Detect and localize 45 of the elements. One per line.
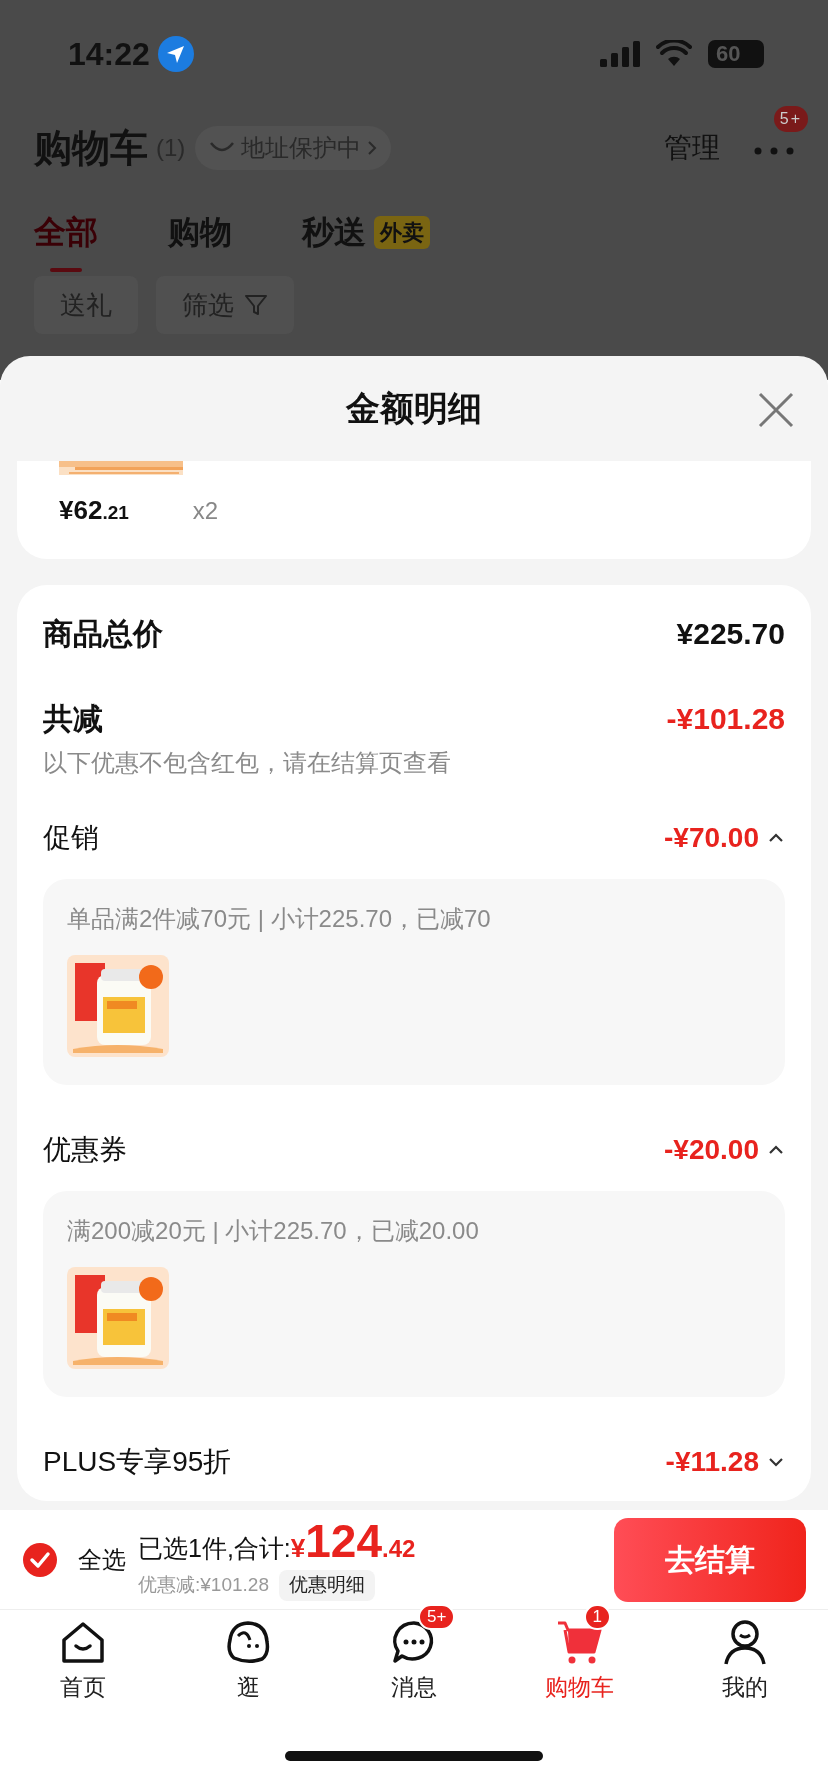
- item-price: ¥62.21: [59, 494, 129, 527]
- notification-badge: 5+: [773, 105, 808, 132]
- discount-amount: -¥20.00: [664, 1133, 759, 1167]
- tab[interactable]: 秒送 外卖: [302, 208, 430, 256]
- selected-total: 已选1件,合计:¥124.42: [138, 1518, 416, 1569]
- tag-badge: 外卖: [374, 215, 430, 249]
- count-badge: 1: [583, 1604, 612, 1630]
- discount-amount: -¥11.28: [665, 1445, 759, 1479]
- wifi-icon: [656, 40, 692, 68]
- reduction-amount: -¥101.28: [666, 701, 785, 737]
- filter-icon: [244, 293, 268, 317]
- sheet-title: 金额明细: [346, 388, 482, 429]
- reduction-label: 共减: [43, 701, 103, 737]
- select-all-checkbox[interactable]: [22, 1541, 58, 1578]
- status-time: 14:22: [68, 35, 150, 74]
- item-quantity: x2: [192, 496, 219, 526]
- discount-detail-button[interactable]: 优惠明细: [278, 1570, 375, 1601]
- tab-bar-item[interactable]: 逛: [165, 1610, 332, 1720]
- count-badge: 5+: [418, 1604, 456, 1630]
- signal-icon: [600, 41, 640, 67]
- discount-amount: -¥70.00: [664, 821, 759, 855]
- discount-total: 优惠减:¥101.28: [138, 1573, 269, 1598]
- tab[interactable]: 购物: [168, 208, 232, 256]
- discount-label: 优惠券: [43, 1133, 127, 1167]
- total-label: 商品总价: [43, 616, 163, 652]
- discount-label: PLUS专享95折: [43, 1445, 232, 1479]
- expand-caret-icon[interactable]: [767, 1456, 785, 1468]
- tab-bar-item[interactable]: 我的: [662, 1610, 828, 1720]
- battery-level: 60: [708, 40, 764, 68]
- chevron-right-icon: [367, 140, 378, 156]
- page-title: 购物车: [34, 125, 148, 171]
- checkout-button[interactable]: 去结算: [614, 1517, 806, 1602]
- discount-detail-text: 单品满2件减70元 | 小计225.70，已减70: [67, 904, 492, 934]
- note-text: 以下优惠不包含红包，请在结算页查看: [43, 748, 452, 778]
- collapse-caret-icon[interactable]: [767, 1144, 785, 1156]
- total-amount: ¥225.70: [676, 616, 785, 652]
- close-button[interactable]: [756, 390, 796, 430]
- tab-bar-item[interactable]: 首页: [0, 1610, 166, 1720]
- manage-button[interactable]: 管理: [664, 127, 720, 169]
- location-icon: [157, 36, 194, 72]
- select-all-label: 全选: [78, 1544, 126, 1575]
- discount-label: 促销: [43, 821, 99, 855]
- tab[interactable]: 全部: [34, 208, 98, 272]
- discount-detail-text: 满200减20元 | 小计225.70，已减20.00: [67, 1216, 480, 1246]
- collapse-caret-icon[interactable]: [767, 832, 785, 844]
